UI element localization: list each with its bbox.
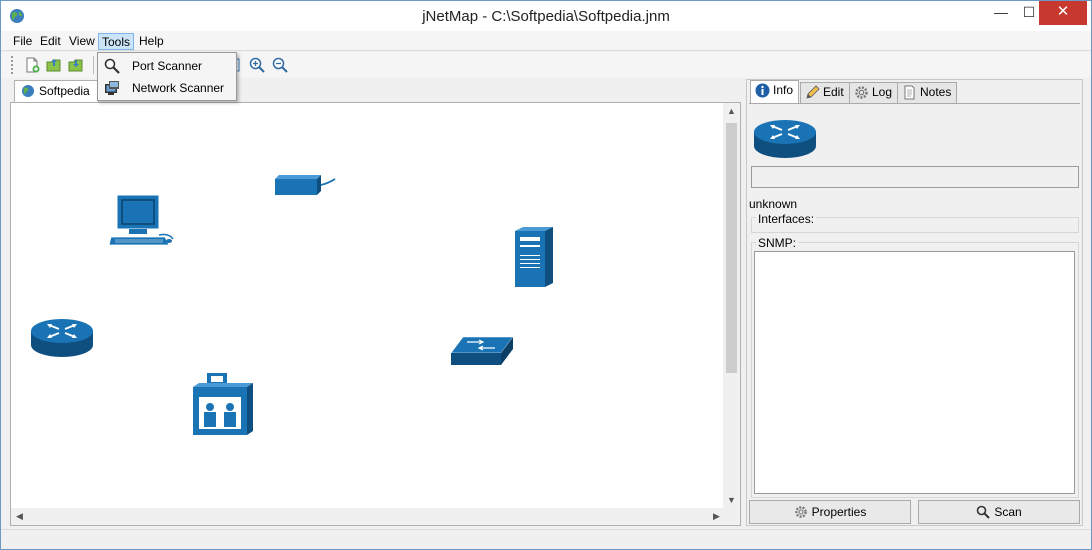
tab-notes[interactable]: Notes bbox=[897, 82, 958, 103]
info-icon bbox=[755, 83, 770, 98]
tab-edit-label: Edit bbox=[823, 85, 844, 99]
close-button[interactable]: ✕ bbox=[1039, 1, 1087, 25]
vertical-scroll-thumb[interactable] bbox=[726, 123, 737, 373]
app-window: jNetMap - C:\Softpedia\Softpedia.jnm — ☐… bbox=[0, 0, 1092, 550]
tab-label: Softpedia bbox=[39, 84, 90, 98]
interfaces-label: Interfaces: bbox=[756, 212, 817, 226]
menu-help[interactable]: Help bbox=[136, 33, 167, 50]
scroll-left-arrow[interactable]: ◀ bbox=[11, 508, 28, 525]
device-status: unknown bbox=[749, 197, 798, 211]
properties-label: Properties bbox=[811, 505, 867, 519]
map-horizontal-scrollbar[interactable]: ◀ ▶ bbox=[11, 508, 740, 525]
gear-icon bbox=[794, 506, 807, 518]
details-pane: Info Edit Log Notes unknown Interfaces: … bbox=[746, 79, 1083, 526]
new-file-icon[interactable] bbox=[23, 56, 41, 74]
tab-softpedia[interactable]: Softpedia bbox=[14, 80, 99, 103]
window-title: jNetMap - C:\Softpedia\Softpedia.jnm bbox=[422, 8, 670, 25]
scroll-right-arrow[interactable]: ▶ bbox=[708, 508, 725, 525]
menu-item-network-scanner[interactable]: Network Scanner bbox=[98, 77, 236, 99]
monitor-icon bbox=[105, 81, 119, 95]
workstation-device[interactable] bbox=[107, 191, 175, 251]
map-vertical-scrollbar[interactable]: ▲ ▼ bbox=[723, 103, 740, 509]
tab-info[interactable]: Info bbox=[750, 80, 800, 104]
toolbar-separator bbox=[93, 56, 94, 74]
network-map-canvas[interactable]: ▲ ▼ ◀ ▶ bbox=[10, 102, 741, 526]
globe-icon bbox=[22, 85, 34, 97]
zoom-in-icon[interactable] bbox=[248, 56, 266, 74]
tab-notes-label: Notes bbox=[920, 85, 952, 99]
menu-edit[interactable]: Edit bbox=[37, 33, 64, 50]
map-pane: Softpedia ▲ ▼ ◀ ▶ bbox=[10, 80, 741, 526]
info-panel: unknown Interfaces: SNMP: bbox=[749, 103, 1080, 498]
tab-log[interactable]: Log bbox=[849, 82, 899, 103]
router-icon bbox=[754, 120, 816, 158]
tools-dropdown-menu: Port Scanner Network Scanner bbox=[97, 52, 237, 101]
menu-tools[interactable]: Tools bbox=[98, 33, 135, 50]
tab-info-label: Info bbox=[773, 83, 794, 97]
zoom-out-icon[interactable] bbox=[271, 56, 289, 74]
scroll-up-arrow[interactable]: ▲ bbox=[723, 103, 740, 120]
phone-device[interactable] bbox=[191, 371, 255, 437]
tab-edit[interactable]: Edit bbox=[800, 82, 850, 103]
tab-log-label: Log bbox=[872, 85, 893, 99]
menu-bar: File Edit View Tools Help bbox=[1, 31, 1091, 51]
title-bar: jNetMap - C:\Softpedia\Softpedia.jnm — ☐… bbox=[1, 1, 1091, 31]
notes-icon bbox=[904, 85, 915, 100]
minimize-button[interactable]: — bbox=[987, 1, 1015, 25]
snmp-output-area[interactable] bbox=[754, 251, 1075, 494]
menu-item-port-scanner[interactable]: Port Scanner bbox=[98, 55, 236, 77]
menu-view[interactable]: View bbox=[66, 33, 98, 50]
properties-button[interactable]: Properties bbox=[749, 500, 911, 524]
menu-file[interactable]: File bbox=[10, 33, 35, 50]
switch-device[interactable] bbox=[449, 333, 515, 367]
scan-label: Scan bbox=[994, 505, 1022, 519]
scan-button[interactable]: Scan bbox=[918, 500, 1080, 524]
gear-icon bbox=[855, 86, 868, 99]
pencil-icon bbox=[806, 85, 820, 99]
scroll-down-arrow[interactable]: ▼ bbox=[723, 492, 740, 509]
menu-item-label: Port Scanner bbox=[132, 59, 203, 73]
magnifier-icon bbox=[977, 505, 991, 519]
device-name-field[interactable] bbox=[751, 166, 1079, 188]
magnifier-icon bbox=[104, 58, 120, 74]
open-file-icon[interactable] bbox=[45, 56, 63, 74]
status-bar bbox=[1, 529, 1091, 549]
save-file-icon[interactable] bbox=[67, 56, 85, 74]
modem-device[interactable] bbox=[273, 173, 337, 199]
menu-item-label: Network Scanner bbox=[132, 81, 225, 95]
server-device[interactable] bbox=[511, 225, 557, 289]
toolbar-grip[interactable] bbox=[11, 56, 14, 74]
snmp-label: SNMP: bbox=[756, 236, 799, 250]
router-device[interactable] bbox=[29, 315, 95, 361]
